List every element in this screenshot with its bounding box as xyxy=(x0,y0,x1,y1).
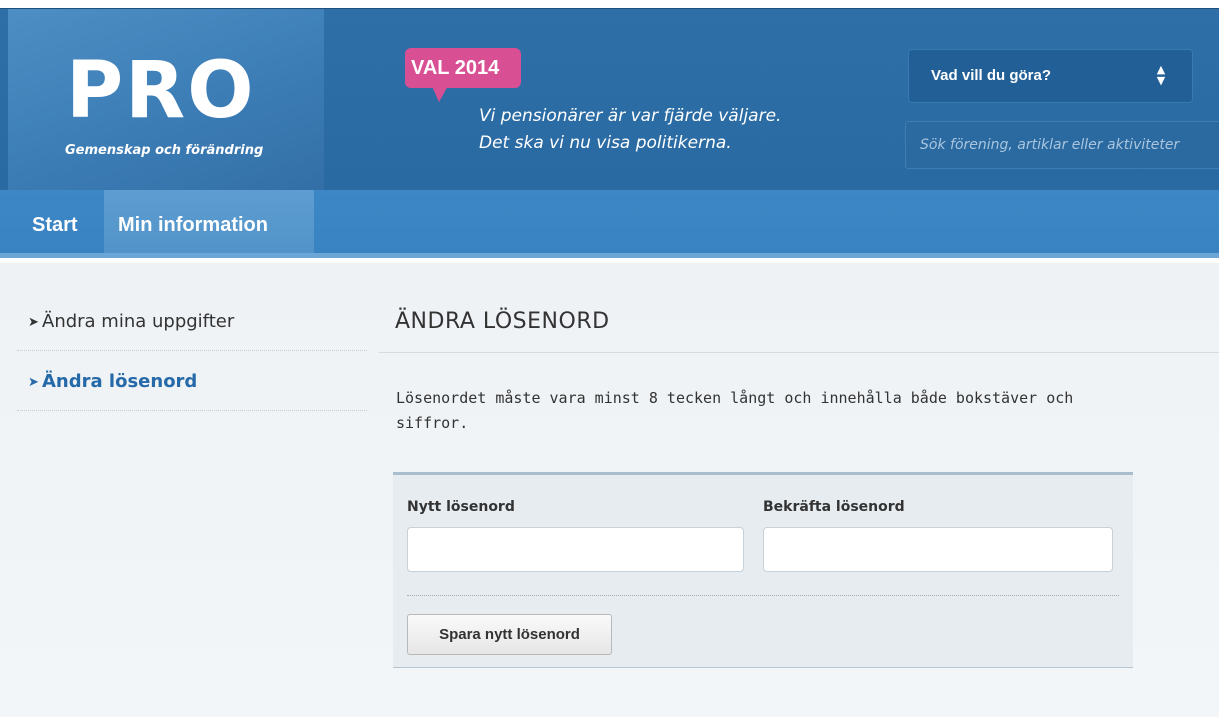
nav-item-start[interactable]: Start xyxy=(18,190,92,253)
slogan-line-1: Vi pensionärer är var fjärde väljare. xyxy=(479,106,782,126)
site-logo[interactable]: PRO Gemenskap och förändring xyxy=(8,9,324,191)
confirm-password-label: Bekräfta lösenord xyxy=(763,499,905,515)
top-border xyxy=(0,0,1219,8)
action-select-label: Vad vill du göra? xyxy=(931,67,1052,84)
logo-tagline: Gemenskap och förändring xyxy=(65,143,264,158)
action-select[interactable]: Vad vill du göra? ▲ ▼ xyxy=(908,49,1193,103)
campaign-badge[interactable]: VAL 2014 xyxy=(405,48,521,102)
chevron-right-icon: ➤ xyxy=(28,315,39,330)
new-password-label: Nytt lösenord xyxy=(407,499,515,515)
heading-divider xyxy=(379,352,1219,353)
logo-wordmark: PRO xyxy=(66,46,256,136)
campaign-badge-label: VAL 2014 xyxy=(411,57,500,79)
main-nav: Start Min information xyxy=(0,190,1219,258)
site-header: PRO Gemenskap och förändring VAL 2014 Vi… xyxy=(0,8,1219,191)
search-input[interactable] xyxy=(906,122,1219,168)
slogan-line-2: Det ska vi nu visa politikerna. xyxy=(479,133,732,153)
change-password-form: Nytt lösenord Bekräfta lösenord Spara ny… xyxy=(393,472,1133,668)
confirm-password-input[interactable] xyxy=(763,527,1113,572)
page-title: ÄNDRA LÖSENORD xyxy=(395,309,610,334)
sidebar-item-label: Ändra mina uppgifter xyxy=(42,311,235,332)
campaign-slogan: Vi pensionärer är var fjärde väljare. De… xyxy=(479,103,781,157)
sidebar-item-andra-losenord[interactable]: ➤ Ändra lösenord xyxy=(17,351,367,411)
sidebar-menu: ➤ Ändra mina uppgifter ➤ Ändra lösenord xyxy=(17,291,367,411)
chevron-right-icon: ➤ xyxy=(28,375,39,390)
sidebar-item-label: Ändra lösenord xyxy=(42,371,198,392)
sidebar-item-andra-mina-uppgifter[interactable]: ➤ Ändra mina uppgifter xyxy=(17,291,367,351)
password-requirements-text: Lösenordet måste vara minst 8 tecken lån… xyxy=(396,389,1074,432)
form-divider xyxy=(407,595,1119,596)
save-password-button[interactable]: Spara nytt lösenord xyxy=(407,614,612,655)
new-password-input[interactable] xyxy=(407,527,744,572)
updown-arrows-icon: ▲ ▼ xyxy=(1156,63,1166,87)
search-field[interactable] xyxy=(905,121,1219,169)
nav-item-min-information[interactable]: Min information xyxy=(104,190,314,253)
